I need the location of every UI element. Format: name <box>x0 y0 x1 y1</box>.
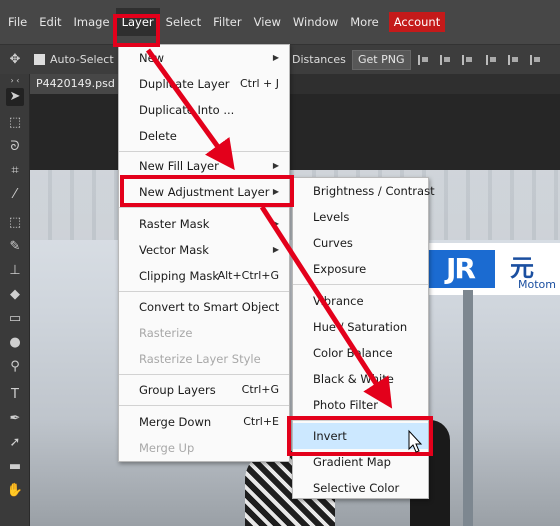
align-middle-icon[interactable] <box>508 55 519 65</box>
collapse-icon[interactable]: › ‹ <box>6 76 24 86</box>
annotation-box-new-adjustment-layer <box>120 175 294 207</box>
menu-item-rasterize: Rasterize <box>139 326 193 340</box>
menu-item-group-layers[interactable]: Group Layers Ctrl+G <box>119 377 289 403</box>
menu-bar: File Edit Image Layer Select Filter View… <box>0 0 560 44</box>
menu-separator <box>119 405 289 406</box>
menu-item-convert-smart-object[interactable]: Convert to Smart Object <box>119 294 289 320</box>
menu-item-delete[interactable]: Delete <box>119 123 289 149</box>
annotation-box-layer <box>113 14 160 47</box>
align-right-icon[interactable] <box>462 55 473 65</box>
align-left-icon[interactable] <box>418 55 429 65</box>
tools-panel: › ‹ ➤ ⬚ ᘐ ⌗ ⁄ ⬚ ✎ ⊥ ◆ ▭ ● ⚲ T ✒ ➚ ▬ ✋ <box>0 74 30 526</box>
photo-sign-subtitle: Motom <box>518 278 556 291</box>
menu-item-merge-up: Merge Up <box>139 441 195 455</box>
blur-tool-icon[interactable]: ● <box>6 334 24 352</box>
menu-item-vibrance[interactable]: Vibrance <box>293 288 428 314</box>
menu-item-hue-saturation[interactable]: Hue / Saturation <box>293 314 428 340</box>
menu-view[interactable]: View <box>248 8 287 36</box>
spot-heal-tool-icon[interactable]: ⬚ <box>6 214 24 232</box>
distances-label[interactable]: Distances <box>292 53 346 66</box>
menu-item-brightness-contrast[interactable]: Brightness / Contrast <box>293 178 435 204</box>
menu-item-curves[interactable]: Curves <box>293 230 428 256</box>
menu-item-clipping-mask[interactable]: Clipping Mask Alt+Ctrl+G <box>119 263 289 289</box>
menu-window[interactable]: Window <box>287 8 344 36</box>
menu-separator <box>119 151 289 152</box>
document-tabs: P4420149.psd * <box>30 74 560 94</box>
account-button[interactable]: Account <box>388 12 446 32</box>
submenu-arrow-icon: ▶ <box>272 53 279 62</box>
align-center-icon[interactable] <box>440 55 451 65</box>
lasso-tool-icon[interactable]: ᘐ <box>6 138 24 156</box>
move-tool-icon[interactable]: ✥ <box>6 51 24 69</box>
brush-tool-icon[interactable]: ✎ <box>6 238 24 256</box>
menu-item-selective-color[interactable]: Selective Color <box>293 475 428 501</box>
menu-image[interactable]: Image <box>68 8 116 36</box>
pen-tool-icon[interactable]: ✒ <box>6 410 24 428</box>
menu-item-rasterize-layer-style: Rasterize Layer Style <box>139 352 261 366</box>
annotation-box-invert <box>287 416 433 456</box>
dodge-tool-icon[interactable]: ⚲ <box>6 358 24 376</box>
shape-tool-icon[interactable]: ▬ <box>6 458 24 476</box>
menu-select[interactable]: Select <box>160 8 207 36</box>
menu-separator <box>293 284 428 285</box>
menu-item-color-balance[interactable]: Color Balance <box>293 340 428 366</box>
eyedropper-tool-icon[interactable]: ⁄ <box>6 186 24 204</box>
menu-item-levels[interactable]: Levels <box>293 204 428 230</box>
menu-item-merge-down[interactable]: Merge Down Ctrl+E <box>119 409 289 435</box>
photo-jr-logo: JR <box>425 250 495 288</box>
menu-edit[interactable]: Edit <box>33 8 67 36</box>
get-png-button[interactable]: Get PNG <box>352 50 411 70</box>
path-select-tool-icon[interactable]: ➚ <box>6 434 24 452</box>
layer-menu: New ▶ Duplicate Layer Ctrl + J Duplicate I… <box>118 44 290 462</box>
menu-separator <box>119 374 289 375</box>
document-tab[interactable]: P4420149.psd * <box>30 74 122 94</box>
align-bottom-icon[interactable] <box>530 55 541 65</box>
marquee-tool-icon[interactable]: ⬚ <box>6 114 24 132</box>
menu-item-duplicate-into[interactable]: Duplicate Into ... <box>119 97 289 123</box>
submenu-arrow-icon: ▶ <box>272 219 279 228</box>
menu-filter[interactable]: Filter <box>207 8 247 36</box>
submenu-arrow-icon: ▶ <box>272 245 279 254</box>
move-tool-icon[interactable]: ➤ <box>6 88 24 106</box>
menu-item-duplicate-layer[interactable]: Duplicate Layer Ctrl + J <box>119 71 289 97</box>
hand-tool-icon[interactable]: ✋ <box>6 482 24 500</box>
auto-select-label: Auto-Select <box>50 53 114 66</box>
align-top-icon[interactable] <box>486 55 497 65</box>
text-tool-icon[interactable]: T <box>6 386 24 404</box>
menu-item-raster-mask[interactable]: Raster Mask ▶ <box>119 211 289 237</box>
menu-item-exposure[interactable]: Exposure <box>293 256 428 282</box>
menu-separator <box>119 207 289 208</box>
menu-item-vector-mask[interactable]: Vector Mask ▶ <box>119 237 289 263</box>
menu-item-photo-filter[interactable]: Photo Filter <box>293 392 428 418</box>
menu-item-black-white[interactable]: Black & White <box>293 366 428 392</box>
menu-item-new[interactable]: New ▶ <box>119 45 289 71</box>
photo-pole <box>463 290 473 526</box>
auto-select-checkbox[interactable] <box>34 54 45 65</box>
eraser-tool-icon[interactable]: ◆ <box>6 286 24 304</box>
menu-separator <box>119 291 289 292</box>
clone-stamp-tool-icon[interactable]: ⊥ <box>6 262 24 280</box>
gradient-tool-icon[interactable]: ▭ <box>6 310 24 328</box>
crop-tool-icon[interactable]: ⌗ <box>6 162 24 180</box>
menu-more[interactable]: More <box>344 8 385 36</box>
menu-file[interactable]: File <box>2 8 33 36</box>
